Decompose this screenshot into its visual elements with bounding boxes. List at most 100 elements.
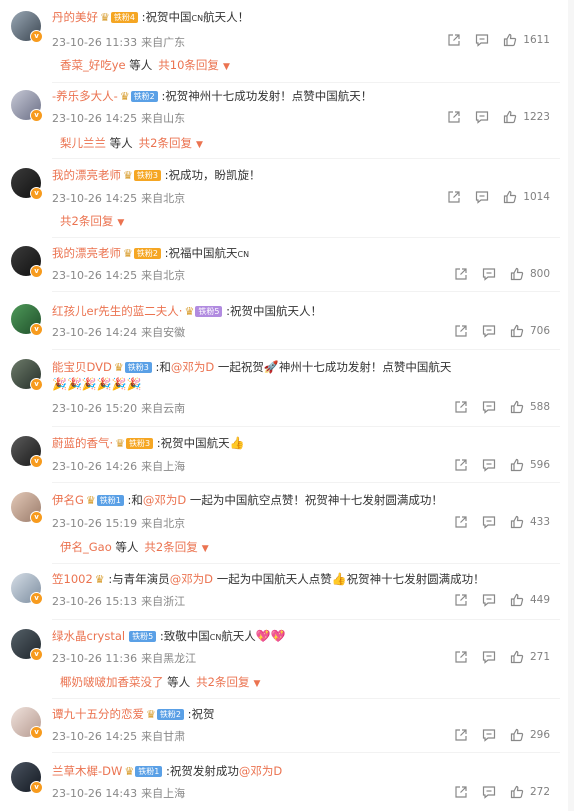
share-button[interactable] — [454, 267, 468, 281]
crown-icon: ♛ — [123, 247, 133, 260]
comment-icon — [482, 268, 496, 281]
reply-count[interactable]: 共2条回复 — [196, 675, 249, 689]
fan-badge: 铁粉3 — [133, 170, 161, 181]
like-count: 800 — [529, 268, 550, 280]
comment-button[interactable] — [482, 458, 496, 472]
username[interactable]: 红孩儿er先生的蓝二夫人· — [52, 304, 182, 318]
crown-icon: ♛ — [115, 437, 126, 450]
share-button[interactable] — [454, 593, 468, 607]
reply-count[interactable]: 共10条回复 — [158, 58, 219, 72]
share-icon — [455, 651, 467, 663]
caret-down-icon: ▼ — [222, 62, 230, 72]
like-button[interactable]: 272 — [510, 785, 550, 799]
avatar[interactable]: v — [11, 304, 43, 336]
thumbs-up-icon — [510, 728, 524, 742]
crown-icon: ♛ — [123, 169, 133, 182]
mention-link[interactable]: @邓为D — [171, 360, 214, 374]
comment-button[interactable] — [482, 593, 496, 607]
like-button[interactable]: 1014 — [503, 190, 550, 204]
share-button[interactable] — [454, 458, 468, 472]
scrollbar[interactable] — [568, 0, 574, 811]
caret-down-icon: ▼ — [117, 218, 125, 228]
avatar[interactable]: v — [11, 246, 43, 278]
comment-text: :和 — [155, 360, 171, 374]
reply-count[interactable]: 共2条回复 — [60, 214, 113, 228]
username[interactable]: -养乐多大人- — [52, 89, 118, 103]
comment-text-cont2: 神州十七成功发射！点赞中国航天 — [278, 360, 452, 374]
share-button[interactable] — [454, 728, 468, 742]
mention-link[interactable]: @邓为D — [239, 764, 282, 778]
verified-icon: v — [30, 265, 43, 278]
like-button[interactable]: 596 — [510, 458, 550, 472]
username[interactable]: 能宝贝DVD — [52, 360, 112, 374]
reply-count[interactable]: 共2条回复 — [144, 540, 197, 554]
username[interactable]: 兰草木樨-DW — [52, 764, 122, 778]
reply-user[interactable]: 香菜_好吃ye — [60, 58, 126, 72]
reply-user[interactable]: 椰奶啵啵加香菜没了 — [60, 675, 164, 689]
comment-button[interactable] — [482, 728, 496, 742]
comment-button[interactable] — [475, 33, 489, 47]
share-button[interactable] — [454, 515, 468, 529]
share-button[interactable] — [454, 785, 468, 799]
share-button[interactable] — [454, 650, 468, 664]
share-button[interactable] — [454, 400, 468, 414]
avatar[interactable]: v — [11, 492, 43, 524]
comment-button[interactable] — [482, 267, 496, 281]
comment-button[interactable] — [475, 190, 489, 204]
mention-link[interactable]: @邓为D — [170, 572, 213, 586]
comment-button[interactable] — [482, 785, 496, 799]
comment-icon — [482, 786, 496, 799]
like-count: 1223 — [523, 111, 550, 123]
like-button[interactable]: 449 — [510, 593, 550, 607]
like-button[interactable]: 706 — [510, 324, 550, 338]
share-button[interactable] — [447, 190, 461, 204]
username[interactable]: 绿水晶crystal — [52, 629, 125, 643]
crown-icon: ♛ — [100, 11, 110, 24]
comment-button[interactable] — [482, 515, 496, 529]
like-button[interactable]: 1223 — [503, 110, 550, 124]
comment-button[interactable] — [482, 400, 496, 414]
avatar[interactable]: v — [11, 762, 43, 794]
like-button[interactable]: 800 — [510, 267, 550, 281]
reply-user[interactable]: 伊名_Gao — [60, 540, 112, 554]
reply-count[interactable]: 共2条回复 — [139, 136, 192, 150]
like-button[interactable]: 296 — [510, 728, 550, 742]
comment-button[interactable] — [482, 650, 496, 664]
username[interactable]: 丹的美好 — [52, 10, 98, 24]
username[interactable]: 伊名G — [52, 493, 84, 507]
thumbs-up-icon — [510, 267, 524, 281]
share-button[interactable] — [447, 110, 461, 124]
share-button[interactable] — [454, 324, 468, 338]
share-button[interactable] — [447, 33, 461, 47]
like-button[interactable]: 271 — [510, 650, 550, 664]
avatar[interactable]: v — [11, 11, 43, 43]
divider — [52, 619, 560, 620]
comment-button[interactable] — [475, 110, 489, 124]
like-button[interactable]: 588 — [510, 400, 550, 414]
crown-icon: ♛ — [184, 305, 195, 318]
username[interactable]: 蔚蓝的香气· — [52, 436, 113, 450]
like-button[interactable]: 433 — [510, 515, 550, 529]
username[interactable]: 我的漂亮老师 — [52, 246, 121, 260]
username[interactable]: 我的漂亮老师 — [52, 168, 121, 182]
username[interactable]: 笠1002 — [52, 572, 93, 586]
mention-link[interactable]: @邓为D — [143, 493, 186, 507]
verified-icon: v — [30, 592, 43, 605]
avatar[interactable]: v — [11, 90, 43, 122]
like-button[interactable]: 1611 — [503, 33, 550, 47]
avatar[interactable]: v — [11, 436, 43, 468]
comment-date: 23-10-26 14:43 — [52, 787, 138, 800]
avatar[interactable]: v — [11, 707, 43, 739]
comment-button[interactable] — [482, 324, 496, 338]
comment-text: :祝福中国航天 — [164, 246, 238, 260]
username[interactable]: 谭九十五分的恋爱 — [52, 707, 144, 721]
avatar[interactable]: v — [11, 168, 43, 200]
avatar[interactable]: v — [11, 573, 43, 605]
comment-date: 23-10-26 14:25 — [52, 730, 138, 743]
heart-emoji: 💖💖 — [255, 629, 286, 643]
share-icon — [455, 786, 467, 798]
share-icon — [455, 268, 467, 280]
reply-user[interactable]: 梨儿兰兰 — [60, 136, 106, 150]
avatar[interactable]: v — [11, 359, 43, 391]
avatar[interactable]: v — [11, 629, 43, 661]
